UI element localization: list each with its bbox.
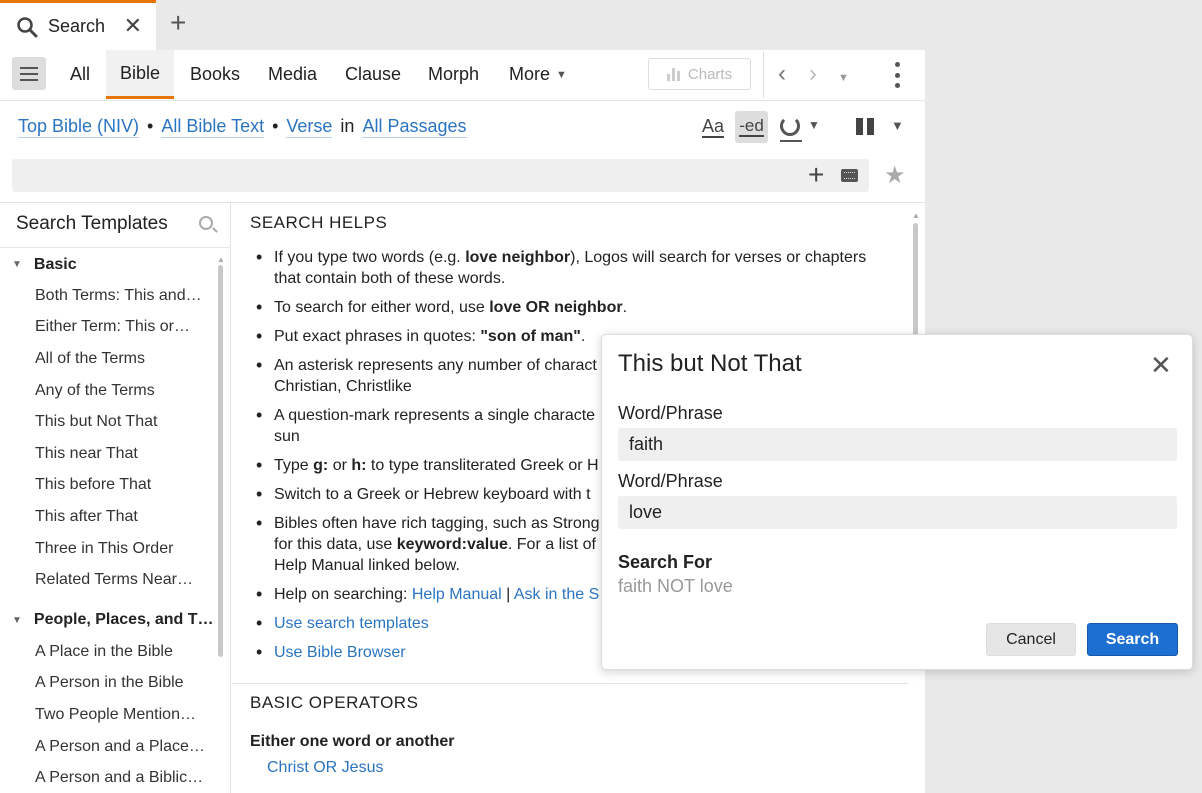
template-item[interactable]: Three in This Order <box>0 533 218 565</box>
use-bible-browser-link[interactable]: Use Bible Browser <box>274 644 406 661</box>
template-item[interactable]: A Person and a Place… <box>0 731 218 763</box>
tab-all[interactable]: All <box>56 50 104 99</box>
basic-operators-heading: BASIC OPERATORS <box>250 693 419 712</box>
tab-strip: Search ✕ + <box>0 0 1202 50</box>
close-tab-icon[interactable]: ✕ <box>124 13 142 39</box>
tab-books[interactable]: Books <box>176 50 254 99</box>
word-phrase-label: Word/Phrase <box>618 471 723 491</box>
bar-chart-icon <box>666 67 680 81</box>
tab-title: Search <box>48 16 106 36</box>
template-item[interactable]: A Place in the Bible <box>0 636 218 668</box>
search-input[interactable] <box>12 159 792 192</box>
toolbar-divider <box>763 52 764 98</box>
new-tab-plus-icon[interactable]: + <box>170 8 186 38</box>
collapse-triangle-icon: ▼ <box>12 259 22 270</box>
match-inflections-button[interactable]: -ed <box>735 111 768 143</box>
template-item[interactable]: All of the Terms <box>0 343 218 375</box>
template-item[interactable]: A Person and a Biblic… <box>0 762 218 793</box>
history-dropdown-icon[interactable]: ▼ <box>838 66 849 90</box>
cancel-button[interactable]: Cancel <box>986 623 1076 656</box>
scope-separator: • <box>147 116 154 136</box>
scope-separator: • <box>272 116 279 136</box>
unit-selector-link[interactable]: Verse <box>286 116 333 138</box>
add-term-plus-icon[interactable]: + <box>808 160 824 190</box>
back-arrow-icon[interactable]: ‹ <box>778 62 786 86</box>
template-item[interactable]: Either Term: This or… <box>0 312 218 344</box>
template-list: ▼ Basic Both Terms: This and… Either Ter… <box>0 249 218 793</box>
columns-icon[interactable] <box>856 118 874 135</box>
template-item[interactable]: Any of the Terms <box>0 375 218 407</box>
divider <box>232 683 908 684</box>
hamburger-icon <box>20 66 38 81</box>
search-for-label: Search For <box>618 552 713 572</box>
operator-subheading: Either one word or another <box>250 733 455 750</box>
template-item[interactable]: Both Terms: This and… <box>0 280 218 312</box>
text-scope-link[interactable]: All Bible Text <box>161 116 265 138</box>
template-dialog: This but Not That ✕ Word/Phrase Word/Phr… <box>601 334 1193 670</box>
template-item[interactable]: This after That <box>0 501 218 533</box>
divider <box>0 247 230 248</box>
template-group-basic[interactable]: ▼ Basic <box>0 249 218 280</box>
charts-button[interactable]: Charts <box>648 58 751 90</box>
scroll-up-icon[interactable]: ▲ <box>912 211 920 220</box>
sync-icon[interactable] <box>780 116 800 136</box>
sync-underline <box>780 140 802 142</box>
group-label: People, Places, and T… <box>33 611 214 629</box>
template-item[interactable]: A Person in the Bible <box>0 668 218 700</box>
word-phrase-input-1[interactable] <box>618 428 1177 461</box>
star-icon[interactable]: ★ <box>884 161 906 190</box>
more-options-icon[interactable] <box>892 62 902 88</box>
search-icon <box>17 16 38 37</box>
bible-selector-link[interactable]: Top Bible (NIV) <box>18 116 140 138</box>
use-search-templates-link[interactable]: Use search templates <box>274 615 429 632</box>
search-button[interactable]: Search <box>1087 623 1178 656</box>
search-scope-row: Top Bible (NIV) • All Bible Text • Verse… <box>18 116 467 138</box>
charts-label: Charts <box>687 65 733 83</box>
template-item[interactable]: This before That <box>0 470 218 502</box>
forward-arrow-icon[interactable]: › <box>809 62 817 86</box>
collapse-triangle-icon: ▼ <box>12 614 22 626</box>
sidebar-search-icon[interactable] <box>199 216 213 230</box>
search-tab[interactable]: Search ✕ <box>0 0 156 50</box>
tab-morph[interactable]: Morph <box>414 50 493 99</box>
template-item[interactable]: This but Not That <box>0 406 218 438</box>
template-item[interactable]: Related Terms Near… <box>0 564 218 596</box>
match-case-icon[interactable]: Aa <box>702 116 725 138</box>
keyboard-icon[interactable] <box>841 169 858 182</box>
scope-in-label: in <box>340 116 355 136</box>
tab-media[interactable]: Media <box>254 50 331 99</box>
help-manual-link[interactable]: Help Manual <box>412 586 502 603</box>
close-icon[interactable]: ✕ <box>1150 352 1172 378</box>
tab-clause[interactable]: Clause <box>331 50 415 99</box>
chevron-down-icon[interactable]: ▼ <box>891 118 904 133</box>
search-for-preview: faith NOT love <box>618 576 733 596</box>
template-item[interactable]: Two People Mention… <box>0 699 218 731</box>
search-helps-heading: SEARCH HELPS <box>250 213 388 232</box>
inflections-icon: -ed <box>739 116 764 137</box>
group-label: Basic <box>33 255 77 273</box>
template-item[interactable]: This near That <box>0 438 218 470</box>
scroll-up-icon[interactable]: ▲ <box>217 255 225 264</box>
chevron-down-icon[interactable]: ▼ <box>808 118 820 132</box>
search-toolbar: All Bible Books Media Clause Morph More … <box>0 50 925 101</box>
sidebar-scrollbar[interactable] <box>218 265 223 657</box>
tab-bible[interactable]: Bible <box>106 50 175 99</box>
help-item: If you type two words (e.g. love neighbo… <box>254 247 882 289</box>
template-group-people-places[interactable]: ▼ People, Places, and T… <box>0 605 218 636</box>
panel-menu-button[interactable] <box>12 57 46 90</box>
help-item: To search for either word, use love OR n… <box>254 297 882 318</box>
chevron-down-icon: ▼ <box>556 68 567 81</box>
passages-selector-link[interactable]: All Passages <box>362 116 467 138</box>
tab-more[interactable]: More ▼ <box>495 50 581 99</box>
word-phrase-label: Word/Phrase <box>618 403 723 423</box>
search-templates-sidebar: Search Templates ▼ Basic Both Terms: Thi… <box>0 203 231 793</box>
word-phrase-input-2[interactable] <box>618 496 1177 529</box>
dialog-title: This but Not That <box>618 350 802 377</box>
ask-link[interactable]: Ask in the S <box>514 586 599 603</box>
operator-example-link[interactable]: Christ OR Jesus <box>267 759 383 777</box>
sidebar-title: Search Templates <box>16 213 168 234</box>
search-box: + <box>12 159 869 192</box>
tab-more-label: More <box>509 64 551 84</box>
